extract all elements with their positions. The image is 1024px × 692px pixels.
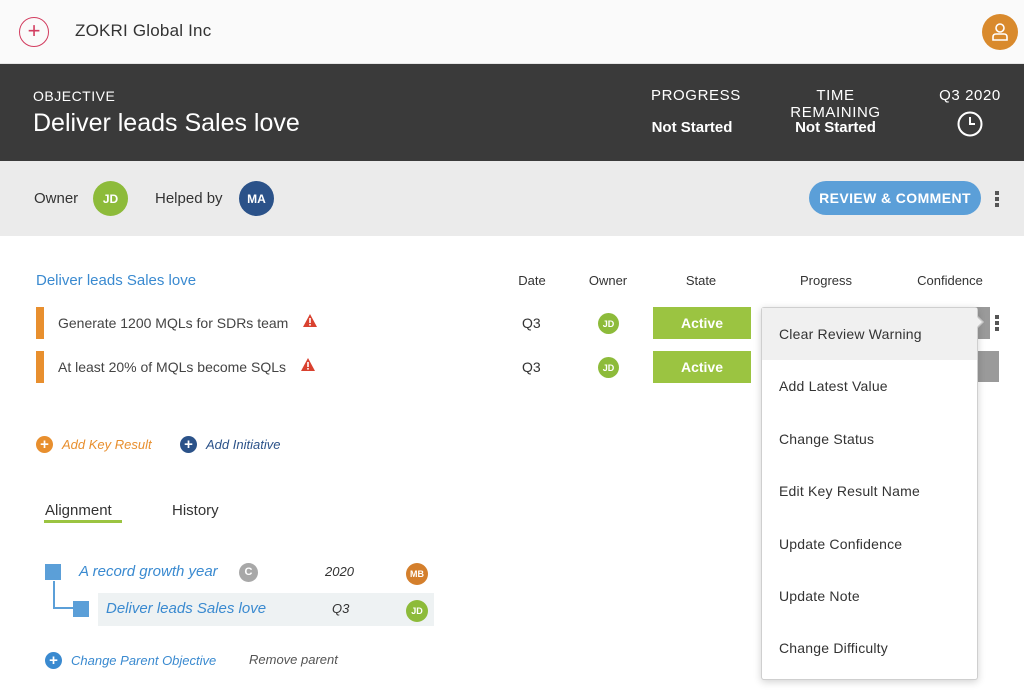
menu-pointer-inner <box>973 313 982 331</box>
objective-header: OBJECTIVE Deliver leads Sales love PROGR… <box>0 64 1024 161</box>
tree-connector <box>53 581 55 608</box>
objective-label: OBJECTIVE <box>33 88 116 104</box>
menu-item-update-note[interactable]: Update Note <box>762 570 977 622</box>
menu-item-change-status[interactable]: Change Status <box>762 413 977 465</box>
remove-parent-link[interactable]: Remove parent <box>249 652 338 667</box>
owner-bar: Owner JD Helped by MA REVIEW & COMMENT <box>0 161 1024 236</box>
add-icon: + <box>45 652 62 669</box>
current-objective-date: Q3 <box>332 601 350 616</box>
progress-header: PROGRESS <box>651 87 741 104</box>
menu-item-clear-review-warning[interactable]: Clear Review Warning <box>762 308 977 360</box>
plus-circle-icon[interactable]: + <box>19 17 49 47</box>
menu-item-change-difficulty[interactable]: Change Difficulty <box>762 622 977 674</box>
add-icon: + <box>36 436 53 453</box>
helper-avatar[interactable]: MA <box>239 181 274 216</box>
current-objective-link[interactable]: Deliver leads Sales love <box>106 600 266 617</box>
objective-title[interactable]: Deliver leads Sales love <box>33 109 300 138</box>
key-result-date: Q3 <box>522 315 541 331</box>
tree-node-icon <box>45 564 61 580</box>
warning-icon[interactable] <box>302 313 318 329</box>
column-date: Date <box>518 273 546 288</box>
period-label: Q3 2020 <box>939 87 1001 104</box>
tab-history[interactable]: History <box>172 502 219 519</box>
row-more-options-icon[interactable] <box>994 315 1000 331</box>
tree-connector <box>53 607 73 609</box>
active-tab-indicator <box>44 520 122 523</box>
progress-value: Not Started <box>651 119 733 136</box>
change-parent-label: Change Parent Objective <box>71 653 217 668</box>
menu-item-edit-key-result-name[interactable]: Edit Key Result Name <box>762 465 977 517</box>
column-confidence: Confidence <box>917 273 983 288</box>
parent-owner-avatar[interactable]: MB <box>406 563 428 585</box>
user-icon <box>992 23 1008 41</box>
time-remaining-header: TIME REMAINING <box>790 87 881 121</box>
warning-icon[interactable] <box>300 357 316 373</box>
clock-icon <box>957 111 983 137</box>
key-result-owner-avatar[interactable]: JD <box>598 313 619 334</box>
add-key-result-link[interactable]: + Add Key Result <box>36 436 152 453</box>
company-name: ZOKRI Global Inc <box>75 21 212 40</box>
owner-label: Owner <box>34 190 79 207</box>
add-initiative-label: Add Initiative <box>206 437 281 452</box>
company-badge: C <box>239 563 258 582</box>
top-bar: + ZOKRI Global Inc <box>0 0 1024 64</box>
add-initiative-link[interactable]: + Add Initiative <box>180 436 280 453</box>
owner-avatar[interactable]: JD <box>93 181 128 216</box>
column-state: State <box>685 273 717 288</box>
menu-item-update-confidence[interactable]: Update Confidence <box>762 518 977 570</box>
tree-node-icon <box>73 601 89 617</box>
add-icon: + <box>180 436 197 453</box>
key-result-indicator <box>36 351 44 383</box>
helped-by-label: Helped by <box>155 190 223 207</box>
add-key-result-label: Add Key Result <box>62 437 152 452</box>
state-button[interactable]: Active <box>653 307 751 339</box>
time-remaining-value: Not Started <box>795 119 876 136</box>
column-progress: Progress <box>799 273 853 288</box>
user-avatar[interactable] <box>982 14 1018 50</box>
tab-alignment[interactable]: Alignment <box>45 502 112 519</box>
key-result-owner-avatar[interactable]: JD <box>598 357 619 378</box>
more-options-icon[interactable] <box>994 191 1000 207</box>
column-owner: Owner <box>588 273 628 288</box>
objective-link[interactable]: Deliver leads Sales love <box>36 272 196 289</box>
state-button[interactable]: Active <box>653 351 751 383</box>
key-result-date: Q3 <box>522 359 541 375</box>
parent-objective-link[interactable]: A record growth year <box>79 563 218 580</box>
key-result-indicator <box>36 307 44 339</box>
key-result-name[interactable]: Generate 1200 MQLs for SDRs team <box>58 315 288 331</box>
current-owner-avatar[interactable]: JD <box>406 600 428 622</box>
change-parent-link[interactable]: + Change Parent Objective <box>45 652 216 669</box>
context-menu: Clear Review Warning Add Latest Value Ch… <box>761 307 978 680</box>
review-comment-button[interactable]: REVIEW & COMMENT <box>809 181 981 215</box>
key-result-name[interactable]: At least 20% of MQLs become SQLs <box>58 359 286 375</box>
menu-item-add-latest-value[interactable]: Add Latest Value <box>762 360 977 412</box>
parent-objective-date: 2020 <box>325 564 354 579</box>
